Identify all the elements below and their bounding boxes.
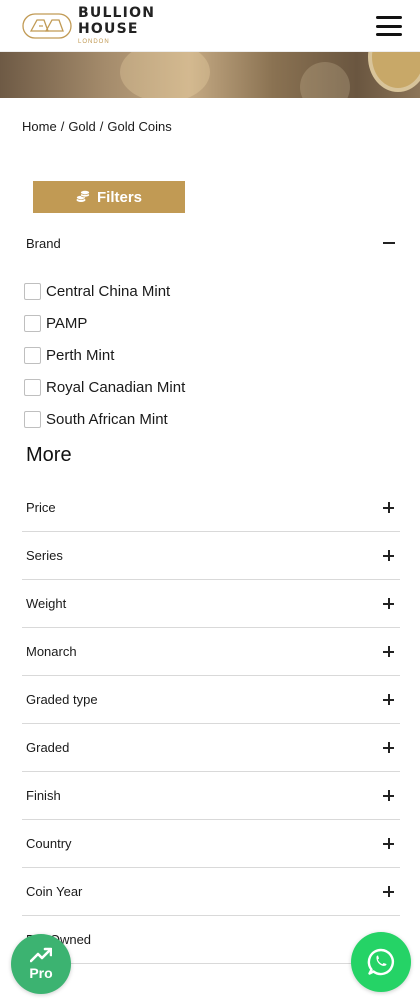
brand-option-perth-mint[interactable]: Perth Mint bbox=[24, 345, 384, 365]
menu-line bbox=[376, 16, 402, 19]
menu-line bbox=[376, 33, 402, 36]
filter-pre-owned[interactable]: Pre Owned bbox=[22, 916, 400, 964]
filter-label: Graded type bbox=[26, 692, 98, 707]
filter-label: Series bbox=[26, 548, 63, 563]
logo-line-2: HOUSE bbox=[78, 21, 139, 37]
hamburger-icon[interactable] bbox=[376, 16, 402, 36]
filter-finish[interactable]: Finish bbox=[22, 772, 400, 820]
bullion-logo-icon[interactable] bbox=[22, 9, 72, 43]
filter-coin-year[interactable]: Coin Year bbox=[22, 868, 400, 916]
whatsapp-button[interactable] bbox=[351, 932, 411, 992]
trending-up-icon bbox=[30, 947, 52, 963]
expand-plus-icon[interactable] bbox=[383, 742, 394, 753]
expand-plus-icon[interactable] bbox=[383, 598, 394, 609]
filter-label: Price bbox=[26, 500, 56, 515]
checkbox[interactable] bbox=[24, 378, 41, 396]
expand-plus-icon[interactable] bbox=[383, 550, 394, 561]
brand-option-pamp[interactable]: PAMP bbox=[24, 313, 384, 333]
filter-country[interactable]: Country bbox=[22, 820, 400, 868]
brand-option-label: Central China Mint bbox=[46, 282, 171, 300]
filter-label: Weight bbox=[26, 596, 67, 611]
breadcrumb-separator: / bbox=[60, 119, 65, 134]
expand-plus-icon[interactable] bbox=[383, 886, 394, 897]
breadcrumb-current: Gold Coins bbox=[107, 119, 172, 134]
filter-series[interactable]: Series bbox=[22, 532, 400, 580]
site-header: BULLION HOUSE LONDON bbox=[0, 0, 420, 52]
logo-text[interactable]: BULLION HOUSE LONDON bbox=[78, 6, 155, 45]
breadcrumb-gold[interactable]: Gold bbox=[68, 119, 95, 134]
filter-monarch[interactable]: Monarch bbox=[22, 628, 400, 676]
menu-line bbox=[376, 24, 402, 28]
filters-button[interactable]: Filters bbox=[33, 181, 185, 213]
brand-filter-header[interactable]: Brand bbox=[26, 233, 398, 253]
category-banner bbox=[0, 52, 420, 98]
pro-button-label: Pro bbox=[29, 965, 53, 981]
filter-weight[interactable]: Weight bbox=[22, 580, 400, 628]
breadcrumb-home[interactable]: Home bbox=[22, 119, 57, 134]
filter-label: Graded bbox=[26, 740, 70, 755]
breadcrumb: Home / Gold / Gold Coins bbox=[22, 119, 172, 134]
filter-price[interactable]: Price bbox=[22, 484, 400, 532]
pro-button[interactable]: Pro bbox=[11, 934, 71, 994]
brand-filter-title: Brand bbox=[26, 235, 61, 251]
checkbox[interactable] bbox=[24, 346, 41, 364]
more-filters-title: More bbox=[26, 444, 72, 466]
brand-option-label: Royal Canadian Mint bbox=[46, 378, 186, 396]
coins-stack-icon bbox=[76, 190, 90, 202]
logo-line-1: BULLION bbox=[78, 5, 156, 21]
filter-label: Country bbox=[26, 836, 72, 851]
banner-glow bbox=[120, 52, 210, 98]
brand-option-label: South African Mint bbox=[46, 410, 168, 428]
banner-coin bbox=[368, 52, 420, 92]
filter-label: Coin Year bbox=[26, 884, 83, 899]
checkbox[interactable] bbox=[24, 314, 41, 332]
expand-plus-icon[interactable] bbox=[383, 790, 394, 801]
brand-option-label: PAMP bbox=[46, 314, 88, 332]
expand-plus-icon[interactable] bbox=[383, 646, 394, 657]
logo-subtitle: LONDON bbox=[78, 39, 110, 45]
expand-plus-icon[interactable] bbox=[383, 502, 394, 513]
filters-button-label: Filters bbox=[96, 188, 142, 206]
brand-option-central-china-mint[interactable]: Central China Mint bbox=[24, 281, 384, 301]
banner-glow bbox=[300, 62, 350, 98]
brand-option-royal-canadian-mint[interactable]: Royal Canadian Mint bbox=[24, 377, 384, 397]
brand-option-label: Perth Mint bbox=[46, 346, 115, 364]
brand-options-list: Central China Mint PAMP Perth Mint Royal… bbox=[24, 281, 384, 441]
expand-plus-icon[interactable] bbox=[383, 838, 394, 849]
filter-label: Finish bbox=[26, 788, 61, 803]
brand-option-south-african-mint[interactable]: South African Mint bbox=[24, 409, 384, 429]
expand-plus-icon[interactable] bbox=[383, 694, 394, 705]
filter-label: Monarch bbox=[26, 644, 77, 659]
filter-graded[interactable]: Graded bbox=[22, 724, 400, 772]
checkbox[interactable] bbox=[24, 410, 41, 428]
whatsapp-icon bbox=[367, 948, 394, 976]
more-filters-list: Price Series Weight Monarch Graded type … bbox=[22, 484, 400, 964]
collapse-minus-icon[interactable] bbox=[383, 242, 395, 244]
checkbox[interactable] bbox=[24, 282, 41, 300]
breadcrumb-separator: / bbox=[99, 119, 104, 134]
filter-graded-type[interactable]: Graded type bbox=[22, 676, 400, 724]
